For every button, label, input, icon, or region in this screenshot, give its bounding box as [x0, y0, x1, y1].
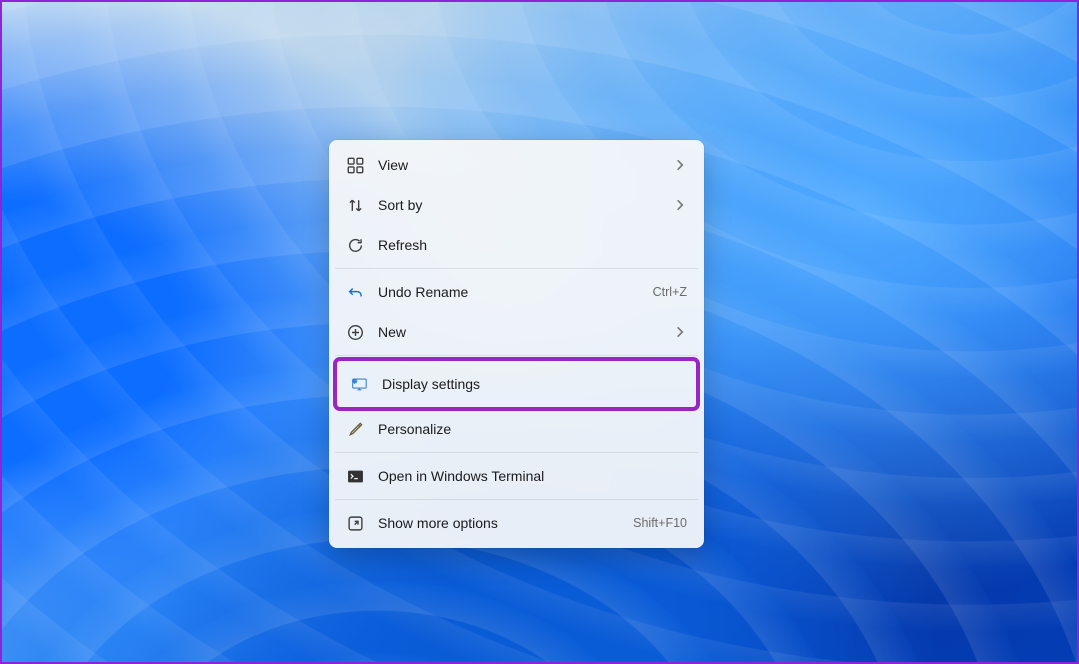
menu-item-sort-by[interactable]: Sort by: [334, 185, 699, 225]
separator: [335, 499, 698, 500]
menu-label: Sort by: [378, 197, 673, 213]
personalize-icon: [346, 420, 364, 438]
refresh-icon: [346, 236, 364, 254]
menu-item-show-more-options[interactable]: Show more options Shift+F10: [334, 503, 699, 543]
separator: [335, 452, 698, 453]
menu-item-undo-rename[interactable]: Undo Rename Ctrl+Z: [334, 272, 699, 312]
menu-label: Open in Windows Terminal: [378, 468, 687, 484]
menu-item-view[interactable]: View: [334, 145, 699, 185]
more-options-icon: [346, 514, 364, 532]
display-settings-icon: [350, 375, 368, 393]
menu-label: Personalize: [378, 421, 687, 437]
highlight-annotation: Display settings: [333, 357, 700, 411]
separator: [335, 268, 698, 269]
menu-label: Show more options: [378, 515, 633, 531]
separator: [335, 355, 698, 356]
menu-item-display-settings[interactable]: Display settings: [337, 361, 696, 407]
menu-label: New: [378, 324, 673, 340]
menu-label: View: [378, 157, 673, 173]
menu-item-new[interactable]: New: [334, 312, 699, 352]
chevron-right-icon: [673, 325, 687, 339]
new-icon: [346, 323, 364, 341]
menu-item-open-terminal[interactable]: Open in Windows Terminal: [334, 456, 699, 496]
shortcut-text: Shift+F10: [633, 516, 687, 530]
menu-label: Display settings: [382, 376, 683, 392]
undo-icon: [346, 283, 364, 301]
shortcut-text: Ctrl+Z: [653, 285, 687, 299]
menu-item-personalize[interactable]: Personalize: [334, 409, 699, 449]
menu-item-refresh[interactable]: Refresh: [334, 225, 699, 265]
sort-icon: [346, 196, 364, 214]
desktop-context-menu: View Sort by Refresh Undo Rena: [329, 140, 704, 548]
view-icon: [346, 156, 364, 174]
menu-label: Undo Rename: [378, 284, 653, 300]
chevron-right-icon: [673, 198, 687, 212]
menu-label: Refresh: [378, 237, 687, 253]
chevron-right-icon: [673, 158, 687, 172]
terminal-icon: [346, 467, 364, 485]
